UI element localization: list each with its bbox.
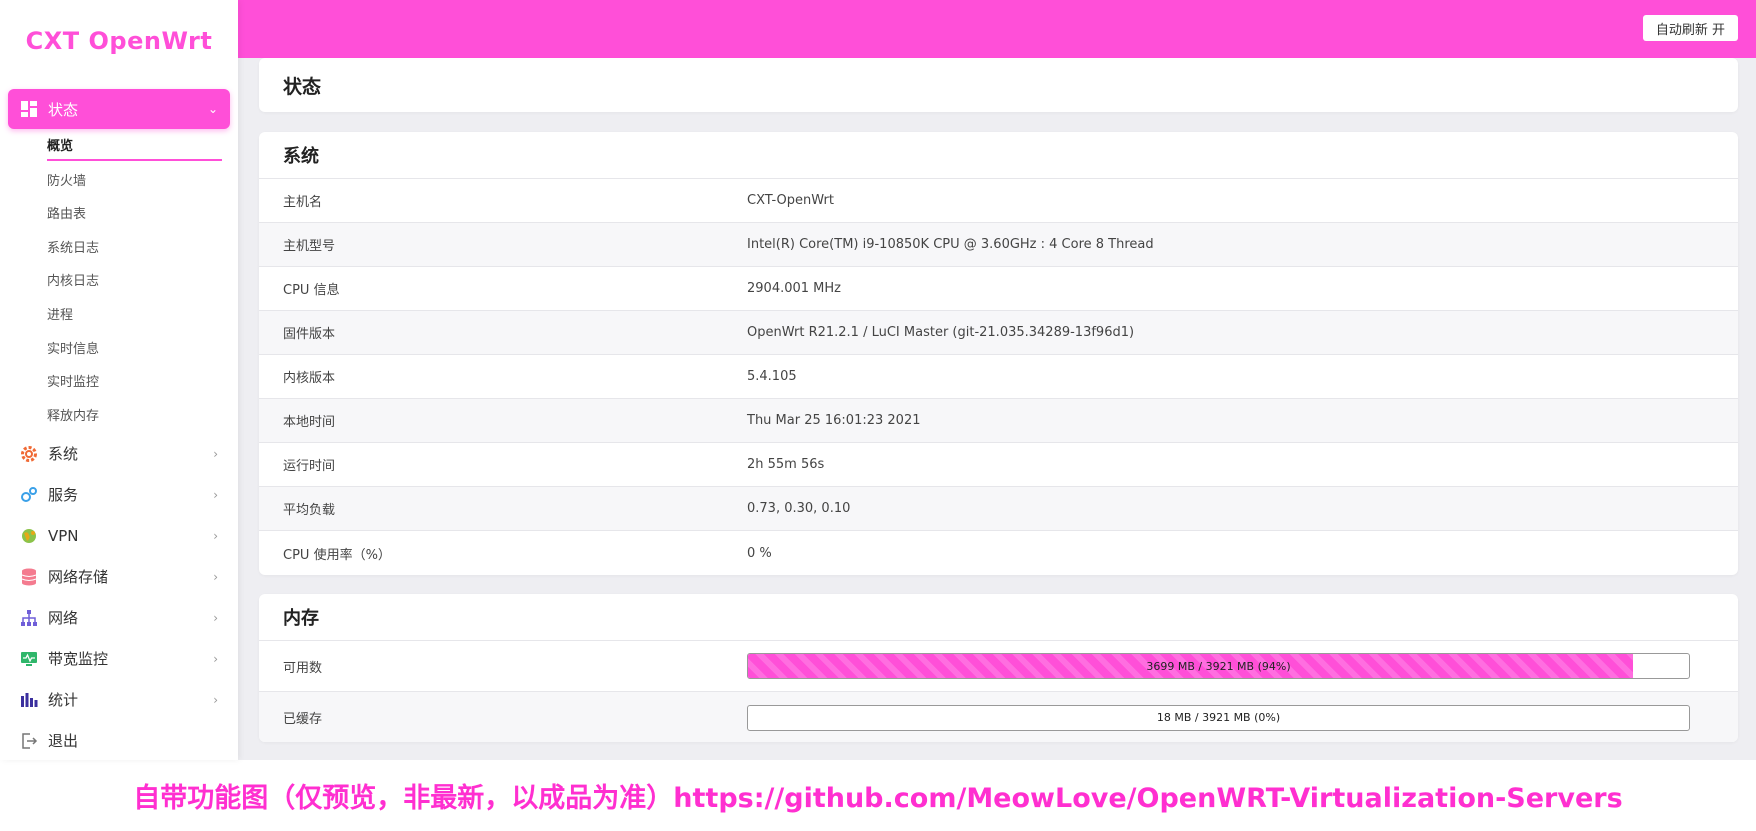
memory-table: 可用数 3699 MB / 3921 MB (94%) 已缓存 18 MB / … bbox=[259, 641, 1738, 742]
sidebar-item-label: 状态 bbox=[48, 100, 79, 119]
sidebar-item-label: 退出 bbox=[48, 732, 79, 751]
logout-icon bbox=[20, 732, 38, 750]
row-key: 本地时间 bbox=[283, 415, 336, 430]
top-bar: 自动刷新 开 bbox=[238, 0, 1756, 58]
bar-chart-icon bbox=[20, 691, 38, 709]
footer-banner: 自带功能图（仅预览，非最新，以成品为准）https://github.com/M… bbox=[0, 760, 1756, 831]
table-row: 平均负载 0.73, 0.30, 0.10 bbox=[259, 487, 1738, 531]
row-key: 已缓存 bbox=[283, 712, 323, 727]
sidebar-item-label: 服务 bbox=[48, 486, 79, 505]
section-title-memory: 内存 bbox=[259, 594, 1738, 641]
row-key: 运行时间 bbox=[283, 459, 336, 474]
main-content: 自动刷新 开 状态 系统 主机名 CXT-OpenWrt 主机型号 Intel(R)… bbox=[238, 0, 1756, 760]
chevron-right-icon: › bbox=[213, 446, 218, 461]
sidebar-item-label: 网络存储 bbox=[48, 568, 109, 587]
sidebar-item-label: 统计 bbox=[48, 691, 79, 710]
row-key: 主机型号 bbox=[283, 239, 336, 254]
chevron-right-icon: › bbox=[213, 651, 218, 666]
memory-available-progress-bar: 3699 MB / 3921 MB (94%) bbox=[747, 653, 1690, 679]
row-value: Thu Mar 25 16:01:23 2021 bbox=[747, 413, 921, 428]
row-key: 内核版本 bbox=[283, 371, 336, 386]
sidebar-item-label: VPN bbox=[48, 526, 79, 545]
sidebar-item-bandwidth[interactable]: 带宽监控 › bbox=[0, 638, 238, 679]
sidebar-item-label: 网络 bbox=[48, 609, 79, 628]
globe-icon bbox=[20, 527, 38, 545]
table-row: CPU 使用率（%） 0 % bbox=[259, 531, 1738, 575]
table-row: 运行时间 2h 55m 56s bbox=[259, 443, 1738, 487]
row-key: CPU 使用率（%） bbox=[283, 547, 391, 563]
submenu-item-syslog[interactable]: 系统日志 bbox=[47, 232, 238, 266]
table-row: 可用数 3699 MB / 3921 MB (94%) bbox=[259, 641, 1738, 692]
table-row: 固件版本 OpenWrt R21.2.1 / LuCI Master (git-2… bbox=[259, 311, 1738, 355]
table-row: 已缓存 18 MB / 3921 MB (0%) bbox=[259, 692, 1738, 742]
submenu-item-realtime-monitor[interactable]: 实时监控 bbox=[47, 366, 238, 400]
row-value: Intel(R) Core(TM) i9-10850K CPU @ 3.60GH… bbox=[747, 237, 1154, 252]
submenu-item-kernel-log[interactable]: 内核日志 bbox=[47, 265, 238, 299]
row-key: 主机名 bbox=[283, 195, 323, 210]
gear-icon bbox=[20, 445, 38, 463]
row-value: 0 % bbox=[747, 545, 772, 561]
table-row: 主机型号 Intel(R) Core(TM) i9-10850K CPU @ 3.… bbox=[259, 223, 1738, 267]
memory-cached-progress-bar: 18 MB / 3921 MB (0%) bbox=[747, 704, 1690, 731]
submenu-item-firewall[interactable]: 防火墙 bbox=[47, 165, 238, 199]
system-table: 主机名 CXT-OpenWrt 主机型号 Intel(R) Core(TM) i9-… bbox=[259, 179, 1738, 575]
table-row: 主机名 CXT-OpenWrt bbox=[259, 179, 1738, 223]
table-row: 内核版本 5.4.105 bbox=[259, 355, 1738, 399]
row-value: OpenWrt R21.2.1 / LuCI Master (git-21.03… bbox=[747, 325, 1135, 340]
row-value: 2904.001 MHz bbox=[747, 281, 841, 296]
row-value: 18 MB / 3921 MB (0%) bbox=[747, 704, 1738, 731]
chevron-right-icon: › bbox=[213, 528, 218, 543]
sidebar-item-label: 系统 bbox=[48, 445, 79, 464]
brand-logo[interactable]: CXT OpenWrt bbox=[0, 0, 238, 82]
chevron-right-icon: › bbox=[213, 692, 218, 707]
sidebar-item-statistics[interactable]: 统计 › bbox=[0, 679, 238, 720]
sidebar-item-label: 带宽监控 bbox=[48, 650, 109, 669]
dashboard-icon bbox=[20, 100, 38, 118]
row-key: CPU 信息 bbox=[283, 283, 340, 298]
sidebar-item-network[interactable]: 网络 › bbox=[0, 597, 238, 638]
submenu-item-processes[interactable]: 进程 bbox=[47, 299, 238, 333]
network-icon bbox=[20, 609, 38, 627]
submenu-item-realtime-info[interactable]: 实时信息 bbox=[47, 333, 238, 367]
row-value: 0.73, 0.30, 0.10 bbox=[747, 501, 851, 516]
row-value: 2h 55m 56s bbox=[747, 457, 825, 472]
row-key: 平均负载 bbox=[283, 503, 336, 518]
row-value: 5.4.105 bbox=[747, 369, 797, 384]
chevron-right-icon: › bbox=[213, 610, 218, 625]
sidebar-item-status[interactable]: 状态 ⌄ bbox=[8, 89, 230, 129]
chevron-right-icon: › bbox=[213, 569, 218, 584]
submenu-item-routes[interactable]: 路由表 bbox=[47, 198, 238, 232]
sidebar-item-nas[interactable]: 网络存储 › bbox=[0, 556, 238, 597]
table-row: 本地时间 Thu Mar 25 16:01:23 2021 bbox=[259, 399, 1738, 443]
submenu-item-overview[interactable]: 概览 bbox=[47, 131, 222, 161]
row-key: 固件版本 bbox=[283, 327, 336, 342]
database-icon bbox=[20, 568, 38, 586]
row-key: 可用数 bbox=[283, 660, 323, 676]
section-title-system: 系统 bbox=[259, 132, 1738, 179]
chevron-right-icon: › bbox=[213, 487, 218, 502]
sidebar-item-vpn[interactable]: VPN › bbox=[0, 515, 238, 556]
monitor-icon bbox=[20, 650, 38, 668]
chevron-down-icon: ⌄ bbox=[207, 102, 218, 116]
row-value: CXT-OpenWrt bbox=[747, 193, 834, 208]
gears-icon bbox=[20, 486, 38, 504]
table-row: CPU 信息 2904.001 MHz bbox=[259, 267, 1738, 311]
sidebar-item-logout[interactable]: 退出 bbox=[0, 720, 238, 761]
auto-refresh-button[interactable]: 自动刷新 开 bbox=[1642, 15, 1738, 41]
progress-text: 18 MB / 3921 MB (0%) bbox=[1156, 711, 1281, 724]
page-title: 状态 bbox=[259, 58, 1738, 112]
memory-card: 内存 可用数 3699 MB / 3921 MB (94%) 已缓存 18 MB… bbox=[259, 594, 1738, 742]
progress-text: 3699 MB / 3921 MB (94%) bbox=[1146, 659, 1291, 673]
status-submenu: 概览 防火墙 路由表 系统日志 内核日志 进程 实时信息 实时监控 释放内存 bbox=[0, 131, 238, 433]
sidebar-item-services[interactable]: 服务 › bbox=[0, 474, 238, 515]
system-card: 系统 主机名 CXT-OpenWrt 主机型号 Intel(R) Core(TM) … bbox=[259, 132, 1738, 575]
sidebar: CXT OpenWrt 状态 ⌄ 概览 防火墙 路由表 系统日志 内核日志 进程… bbox=[0, 0, 238, 760]
row-value: 3699 MB / 3921 MB (94%) bbox=[747, 653, 1738, 679]
sidebar-item-system[interactable]: 系统 › bbox=[0, 433, 238, 474]
submenu-item-free-memory[interactable]: 释放内存 bbox=[47, 400, 238, 434]
